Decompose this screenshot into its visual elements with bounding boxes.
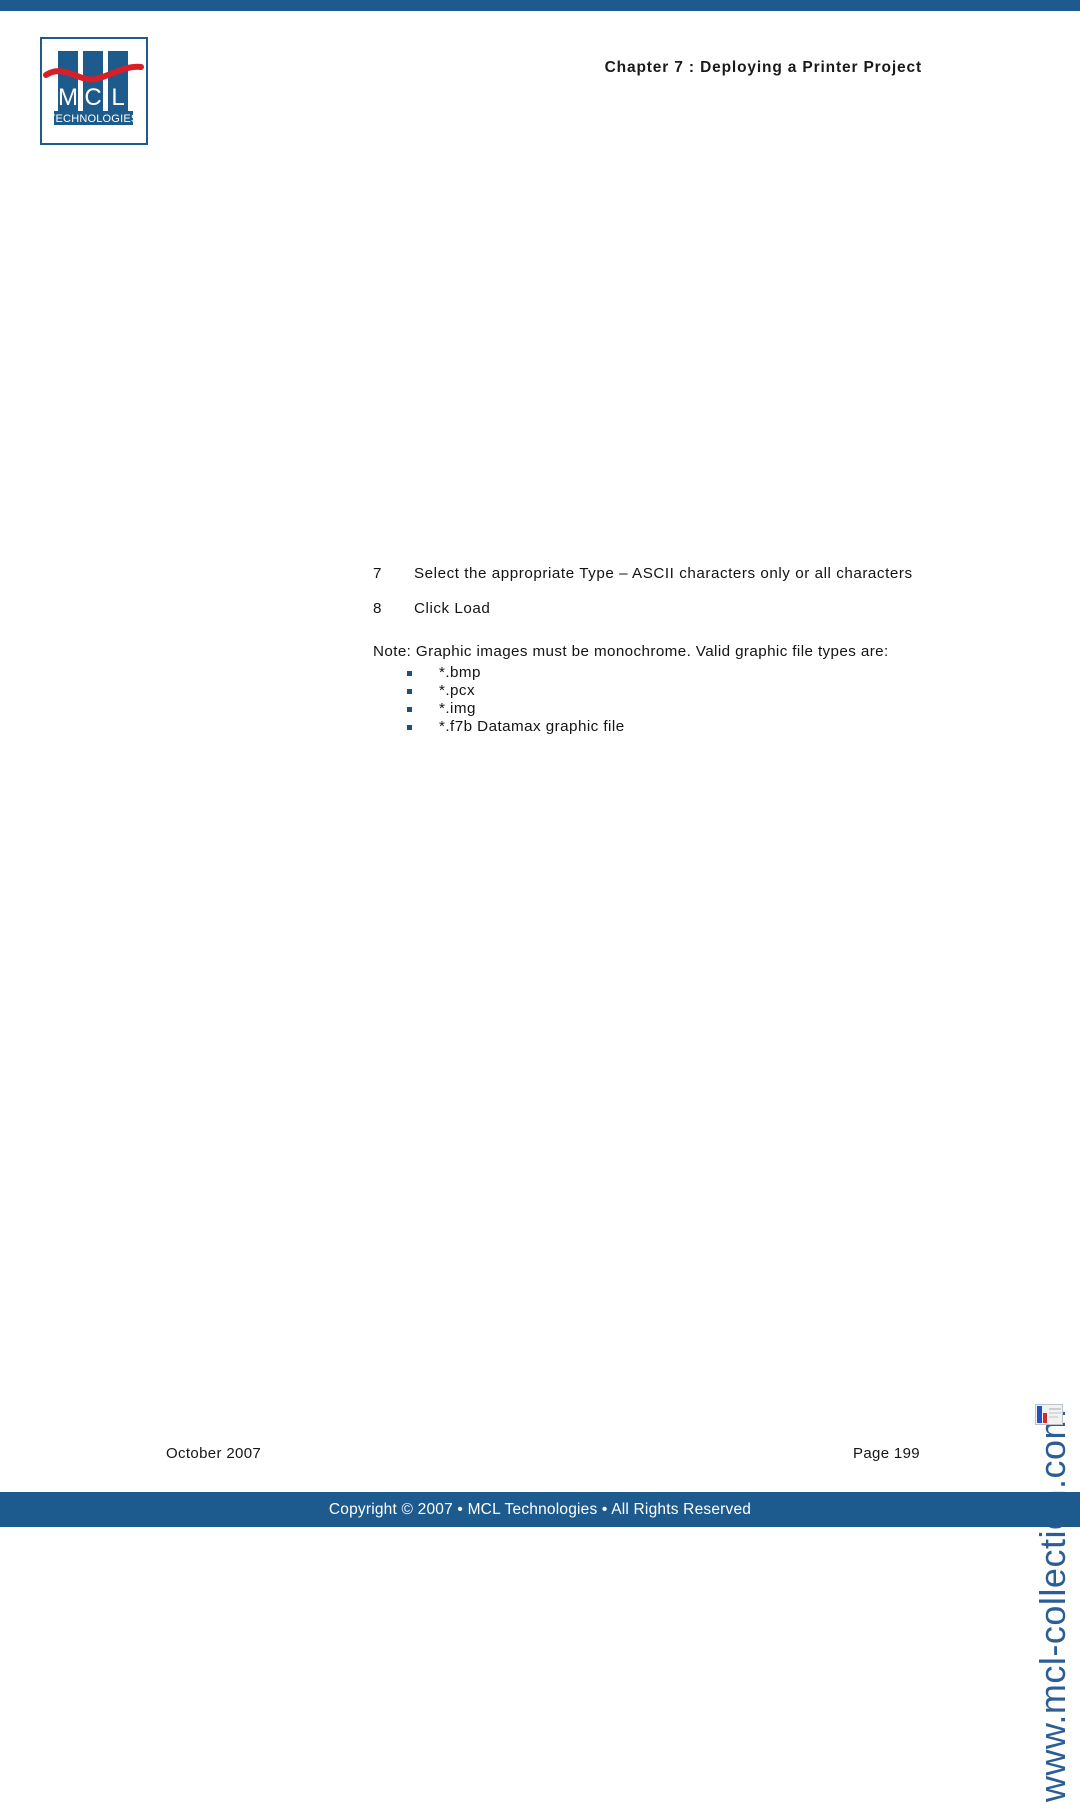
document-thumbnail-icon (1035, 1404, 1063, 1425)
top-accent-rule (0, 0, 1080, 11)
list-item: *.pcx (373, 682, 933, 700)
list-item-label: *.img (439, 700, 476, 717)
numbered-step: 8 Click Load (373, 598, 933, 619)
note-paragraph: Note: Graphic images must be monochrome.… (373, 643, 889, 660)
list-item-label: *.bmp (439, 664, 481, 681)
svg-text:TECHNOLOGIES: TECHNOLOGIES (49, 113, 139, 125)
page-footer: October 2007 Page 199 (166, 1445, 920, 1462)
step-number: 8 (373, 600, 382, 617)
square-bullet-icon (407, 725, 412, 730)
footer-page-number: Page 199 (852, 1445, 920, 1462)
step-text: Select the appropriate Type – ASCII char… (414, 565, 913, 582)
website-watermark: www.mcl-collection.com (1032, 1409, 1073, 1802)
square-bullet-icon (407, 707, 412, 712)
list-item-label: *.pcx (439, 682, 476, 699)
step-text: Click Load (414, 600, 491, 617)
page-content: 7 Select the appropriate Type – ASCII ch… (373, 563, 933, 736)
thumbnail-line-1 (1049, 1408, 1061, 1410)
svg-text:C: C (84, 84, 101, 111)
thumbnail-bar-blue (1037, 1406, 1042, 1423)
thumbnail-bar-red (1043, 1413, 1047, 1423)
file-type-list: *.bmp *.pcx *.img *.f7b Datamax graphic … (373, 664, 933, 736)
step-number: 7 (373, 565, 382, 582)
svg-text:L: L (111, 84, 124, 111)
square-bullet-icon (407, 671, 412, 676)
list-item: *.f7b Datamax graphic file (373, 718, 933, 736)
list-item: *.img (373, 700, 933, 718)
mcl-logo: M C L TECHNOLOGIES (40, 37, 148, 145)
list-item-label: *.f7b Datamax graphic file (439, 718, 625, 735)
thumbnail-line-3 (1049, 1416, 1058, 1418)
square-bullet-icon (407, 689, 412, 694)
thumbnail-line-2 (1049, 1412, 1061, 1414)
footer-date: October 2007 (166, 1445, 262, 1462)
list-item: *.bmp (373, 664, 933, 682)
copyright-band: Copyright © 2007 • MCL Technologies • Al… (0, 1492, 1080, 1527)
mcl-logo-graphic: M C L TECHNOLOGIES (43, 51, 144, 125)
running-header: Chapter 7 : Deploying a Printer Project (604, 59, 922, 76)
svg-text:M: M (58, 84, 78, 111)
copyright-text: Copyright © 2007 • MCL Technologies • Al… (328, 1501, 752, 1518)
numbered-step: 7 Select the appropriate Type – ASCII ch… (373, 563, 933, 584)
